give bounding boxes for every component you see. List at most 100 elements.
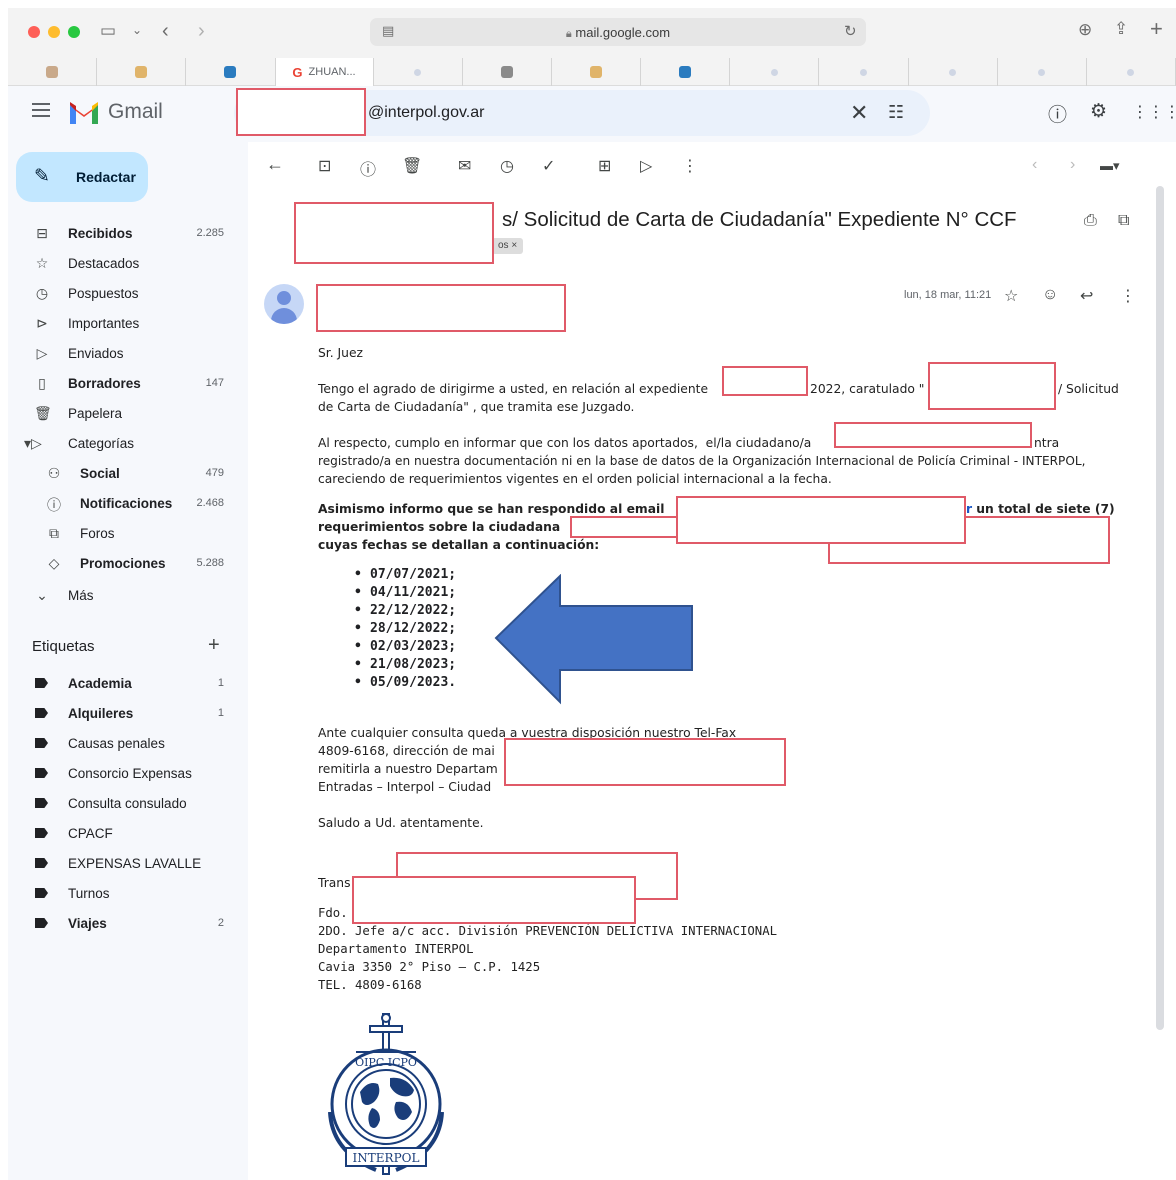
tab[interactable]	[998, 58, 1087, 86]
message-date: lun, 18 mar, 11:21	[904, 289, 992, 301]
sidebar-item-label: Pospuestos	[68, 286, 139, 301]
sidebar-item-papelera[interactable]: 🗑︎ Papelera	[8, 400, 248, 428]
compose-button[interactable]: ✎ Redactar	[16, 152, 148, 202]
back-arrow-icon[interactable]: ←	[266, 154, 284, 175]
tab[interactable]	[641, 58, 731, 86]
label-count: 1	[217, 707, 224, 719]
redaction-box	[722, 366, 808, 396]
label-name: Consulta consulado	[68, 796, 187, 811]
more-options-icon[interactable]: ⋮	[682, 156, 698, 176]
label-consulta-consulado[interactable]: Consulta consulado	[8, 790, 248, 818]
favicon-icon	[414, 68, 422, 76]
trans-text: Trans	[318, 876, 351, 890]
sidebar-item-promociones[interactable]: ◇ Promociones 5.288	[8, 550, 248, 578]
message-more-icon[interactable]: ⋮	[1120, 286, 1136, 306]
tab[interactable]	[730, 58, 820, 86]
main-menu-icon[interactable]	[32, 103, 50, 117]
clear-search-icon[interactable]: ✕	[850, 100, 868, 126]
paragraph-2a: Al respecto, cumplo en informar que con …	[318, 436, 812, 450]
gmail-logo-icon	[70, 102, 98, 124]
redaction-box	[834, 422, 1032, 448]
delete-icon[interactable]: 🗑︎	[402, 156, 422, 176]
label-as-icon[interactable]: ▷	[640, 156, 652, 176]
sidebar-toggle-icon[interactable]: ▭	[100, 22, 116, 39]
star-icon[interactable]: ☆	[1004, 286, 1018, 306]
reply-icon[interactable]: ↩	[1080, 286, 1093, 306]
keyboard-icon[interactable]: ▬▾	[1100, 158, 1120, 174]
tab[interactable]	[374, 58, 463, 86]
sidebar-item-label: Enviados	[68, 346, 124, 361]
sidebar-item-notificaciones[interactable]: ⓘ Notificaciones 2.468	[8, 490, 248, 518]
apps-grid-icon[interactable]: ⋮⋮⋮	[1132, 102, 1176, 122]
tab[interactable]	[463, 58, 552, 86]
sidebar-item-label: Promociones	[80, 556, 166, 571]
tab[interactable]	[97, 58, 187, 86]
move-to-icon[interactable]: ⊞	[598, 156, 611, 176]
share-icon[interactable]: ⇪	[1114, 20, 1128, 37]
mark-unread-icon[interactable]: ✉	[458, 156, 471, 176]
label-name: Causas penales	[68, 736, 165, 751]
forward-icon[interactable]: ›	[198, 21, 205, 41]
sidebar-item-foros[interactable]: ⧉ Foros	[8, 520, 248, 548]
tab[interactable]	[8, 58, 98, 86]
sidebar-item-social[interactable]: ⚇ Social 479	[8, 460, 248, 488]
sidebar-item-destacados[interactable]: ☆ Destacados	[8, 250, 248, 278]
label-causas-penales[interactable]: Causas penales	[8, 730, 248, 758]
close-window-button[interactable]	[28, 26, 40, 38]
sidebar-item-pospuestos[interactable]: ◷ Pospuestos	[8, 280, 248, 308]
chevron-down-icon[interactable]: ⌄	[132, 24, 142, 36]
paragraph-1c: / Solicitud	[1058, 382, 1119, 396]
reload-icon[interactable]: ↻	[844, 24, 857, 39]
older-icon[interactable]: ›	[1070, 156, 1075, 174]
print-icon[interactable]: ⎙	[1084, 212, 1097, 230]
download-icon[interactable]: ⊕	[1078, 21, 1092, 38]
tab[interactable]	[552, 58, 642, 86]
address-bar[interactable]: ▤ 🔒︎ mail.google.com ↻	[370, 18, 866, 46]
back-icon[interactable]: ‹	[162, 21, 169, 41]
report-spam-icon[interactable]: ⓘ	[360, 156, 376, 180]
tab-label: ZHUAN...	[308, 66, 356, 78]
emoji-icon[interactable]: ☺	[1042, 286, 1058, 304]
label-alquileres[interactable]: Alquileres 1	[8, 700, 248, 728]
label-expensas-lavalle[interactable]: EXPENSAS LAVALLE	[8, 850, 248, 878]
favicon-icon	[589, 66, 602, 78]
label-chip[interactable]: os ×	[492, 238, 524, 254]
newer-icon[interactable]: ‹	[1032, 156, 1037, 174]
labels-heading: Etiquetas	[32, 638, 95, 655]
settings-gear-icon[interactable]: ⚙	[1090, 100, 1107, 123]
label-viajes[interactable]: Viajes 2	[8, 910, 248, 938]
add-task-icon[interactable]: ✓	[542, 156, 555, 176]
label-consorcio-expensas[interactable]: Consorcio Expensas	[8, 760, 248, 788]
sidebar-item-borradores[interactable]: ▯ Borradores 147	[8, 370, 248, 398]
tab[interactable]	[186, 58, 276, 86]
new-tab-icon[interactable]: +	[1150, 18, 1163, 40]
sidebar-item-recibidos[interactable]: ⊟ Recibidos 2.285	[8, 220, 248, 248]
open-new-window-icon[interactable]: ⧉	[1118, 212, 1129, 230]
search-input[interactable]: @interpol.gov.ar	[368, 104, 484, 122]
tab[interactable]	[1087, 58, 1176, 86]
tab-active[interactable]: G ZHUAN...	[275, 58, 374, 86]
tab[interactable]	[819, 58, 909, 86]
archive-icon[interactable]: ⊡	[318, 156, 331, 176]
sidebar-item-importantes[interactable]: ⊳ Importantes	[8, 310, 248, 338]
add-label-icon[interactable]: +	[208, 634, 220, 657]
favicon-icon	[859, 68, 867, 76]
sidebar-item-enviados[interactable]: ▷ Enviados	[8, 340, 248, 368]
sidebar-item-categorias[interactable]: ▾▷ Categorías	[8, 430, 248, 458]
minimize-window-button[interactable]	[48, 26, 60, 38]
sidebar-item-label: Categorías	[68, 436, 135, 451]
label-academia[interactable]: Academia 1	[8, 670, 248, 698]
search-options-icon[interactable]: ☷	[888, 102, 904, 123]
tab[interactable]	[909, 58, 998, 86]
label-name: Turnos	[68, 886, 110, 901]
dates-list: 07/07/2021; 04/11/2021; 22/12/2022; 28/1…	[354, 566, 456, 692]
help-icon[interactable]: ⓘ	[1048, 100, 1067, 127]
label-cpacf[interactable]: CPACF	[8, 820, 248, 848]
favicon-icon	[1038, 68, 1046, 76]
snooze-icon[interactable]: ◷	[500, 156, 514, 176]
zoom-window-button[interactable]	[68, 26, 80, 38]
scrollbar[interactable]	[1156, 186, 1164, 1030]
label-name: Alquileres	[68, 706, 134, 721]
label-turnos[interactable]: Turnos	[8, 880, 248, 908]
sidebar-item-mas[interactable]: ⌄ Más	[8, 582, 248, 610]
